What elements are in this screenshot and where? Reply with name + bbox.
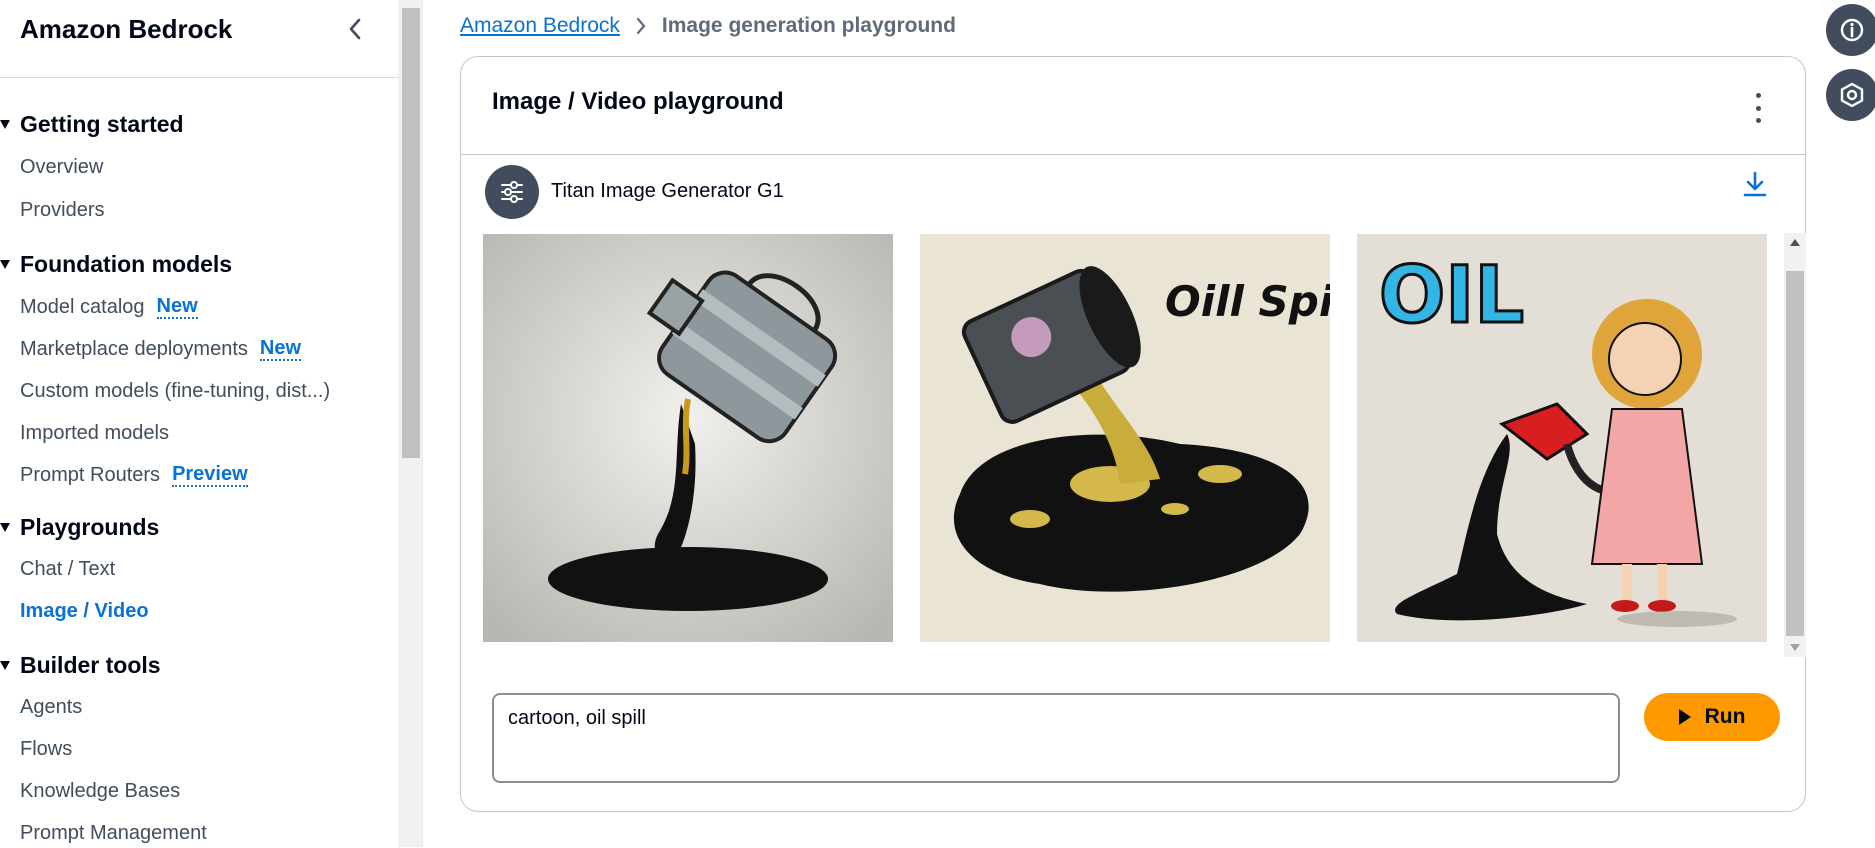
sidebar: Amazon Bedrock Getting started Overview … (0, 0, 398, 847)
section-label: Builder tools (20, 651, 161, 678)
sidebar-item-overview[interactable]: Overview (20, 152, 103, 182)
generated-image-1[interactable] (483, 234, 893, 642)
chevron-left-icon (349, 18, 361, 40)
sidebar-scrollbar-thumb[interactable] (402, 8, 420, 458)
kebab-dot (1755, 118, 1761, 123)
section-playgrounds[interactable]: Playgrounds (0, 512, 159, 542)
sidebar-item-custom-models[interactable]: Custom models (fine-tuning, dist...) (20, 376, 330, 406)
breadcrumb-link-amazon-bedrock[interactable]: Amazon Bedrock (460, 14, 620, 38)
sidebar-item-knowledge-bases[interactable]: Knowledge Bases (20, 776, 180, 806)
run-button-label: Run (1704, 705, 1746, 728)
sidebar-item-model-catalog[interactable]: Model catalog New (20, 292, 198, 322)
play-icon (1678, 709, 1691, 725)
kebab-dot (1755, 93, 1761, 98)
sliders-icon (501, 181, 523, 203)
new-badge: New (259, 337, 302, 361)
scroll-down-arrow-icon[interactable] (1790, 644, 1800, 651)
sidebar-item-label: Model catalog (20, 295, 145, 318)
sidebar-item-prompt-management[interactable]: Prompt Management (20, 818, 207, 848)
image-caption-oil: OIL (1379, 251, 1524, 341)
more-actions-button[interactable] (1753, 93, 1763, 123)
section-label: Foundation models (20, 250, 233, 277)
generated-image-2[interactable]: Oill Spill (920, 234, 1330, 642)
section-label: Getting started (20, 110, 184, 137)
sidebar-header: Amazon Bedrock (0, 0, 398, 78)
image-caption-oill-spill: Oill Spill (1165, 277, 1330, 326)
panel-title: Image / Video playground (492, 88, 784, 115)
sidebar-item-label: Prompt Routers (20, 463, 161, 486)
kebab-dot (1755, 105, 1761, 111)
hexagon-icon (1840, 82, 1864, 108)
model-settings-button[interactable] (485, 165, 539, 219)
section-getting-started[interactable]: Getting started (0, 109, 184, 139)
sidebar-title: Amazon Bedrock (20, 14, 233, 44)
breadcrumb: Amazon Bedrock Image generation playgrou… (460, 14, 956, 38)
sidebar-item-providers[interactable]: Providers (20, 195, 104, 225)
sidebar-item-agents[interactable]: Agents (20, 692, 82, 722)
help-button[interactable] (1826, 69, 1875, 121)
new-badge: New (156, 295, 198, 319)
scroll-up-arrow-icon[interactable] (1790, 239, 1800, 246)
preview-badge: Preview (172, 463, 248, 487)
sidebar-item-image-video[interactable]: Image / Video (20, 596, 149, 626)
sidebar-item-marketplace-deployments[interactable]: Marketplace deployments New (20, 334, 302, 364)
sidebar-divider (422, 0, 423, 847)
section-foundation-models[interactable]: Foundation models (0, 249, 232, 279)
playground-panel: Image / Video playground Titan Image Gen… (460, 56, 1806, 812)
breadcrumb-current: Image generation playground (661, 14, 956, 37)
download-icon (1743, 171, 1767, 197)
caret-down-icon (0, 119, 10, 129)
info-button[interactable] (1826, 4, 1875, 56)
sidebar-item-imported-models[interactable]: Imported models (20, 418, 169, 448)
collapse-sidebar-button[interactable] (340, 14, 370, 44)
image-grid-scrollbar-thumb[interactable] (1786, 271, 1804, 636)
section-label: Playgrounds (20, 513, 160, 540)
section-builder-tools[interactable]: Builder tools (0, 650, 161, 680)
chevron-right-icon (636, 17, 646, 35)
caret-down-icon (0, 660, 10, 670)
generated-image-3[interactable]: OIL (1357, 234, 1767, 642)
prompt-input[interactable]: cartoon, oil spill (492, 693, 1620, 783)
info-icon (1840, 18, 1864, 42)
download-button[interactable] (1743, 171, 1767, 202)
panel-header: Image / Video playground (461, 57, 1805, 155)
caret-down-icon (0, 522, 10, 532)
run-button[interactable]: Run (1644, 693, 1780, 741)
sidebar-item-chat-text[interactable]: Chat / Text (20, 554, 115, 584)
model-name: Titan Image Generator G1 (551, 180, 784, 202)
sidebar-item-prompt-routers[interactable]: Prompt Routers Preview (20, 460, 248, 490)
sidebar-item-label: Marketplace deployments (20, 337, 248, 360)
caret-down-icon (0, 259, 10, 269)
image-grid-scrollbar[interactable] (1784, 233, 1806, 657)
sidebar-item-flows[interactable]: Flows (20, 734, 72, 764)
